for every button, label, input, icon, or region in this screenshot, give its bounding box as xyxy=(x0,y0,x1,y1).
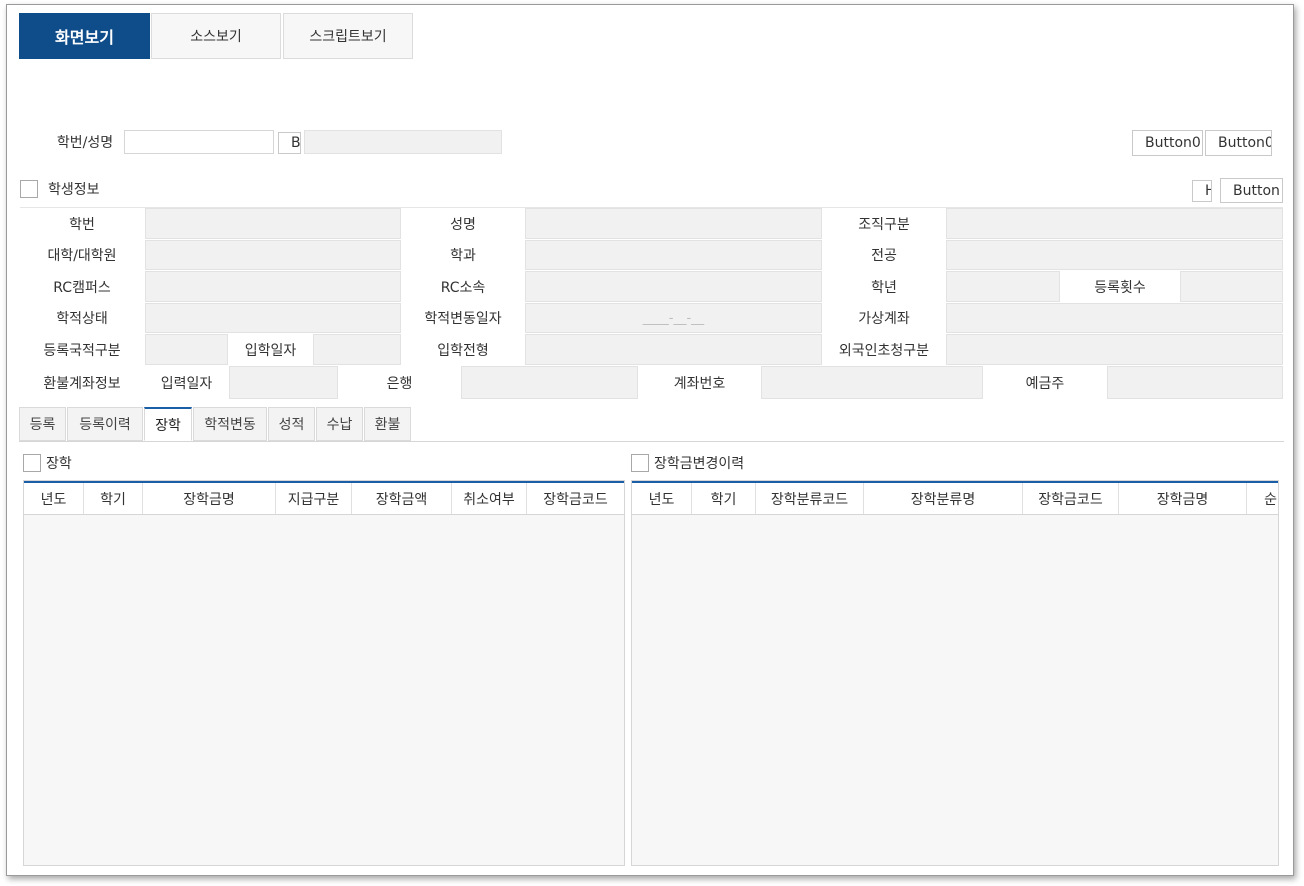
col-scholarship-name[interactable]: 장학금명 xyxy=(143,483,276,514)
value-rc-campus xyxy=(145,271,401,302)
button0-b[interactable]: Button0 xyxy=(1205,130,1272,156)
col-category-name[interactable]: 장학분류명 xyxy=(864,483,1023,514)
button0-a[interactable]: Button0 xyxy=(1132,130,1203,156)
student-info-h-button[interactable]: H xyxy=(1192,180,1212,202)
value-registration-nationality xyxy=(145,334,228,365)
label-org-type: 조직구분 xyxy=(858,216,910,233)
label-account-number: 계좌번호 xyxy=(673,375,726,392)
subtab-payment[interactable]: 수납 xyxy=(316,407,363,441)
scholarship-grid[interactable]: 년도 학기 장학금명 지급구분 장학금액 취소여부 장학금코드 xyxy=(23,480,625,866)
label-change-date: 학적변동일자 xyxy=(424,311,502,327)
scholarship-history-grid-header: 년도 학기 장학분류코드 장학분류명 장학금코드 장학금명 순번 xyxy=(632,481,1278,515)
subtab-academic-change[interactable]: 학적변동 xyxy=(193,407,267,441)
label-college: 대학/대학원 xyxy=(47,248,117,264)
value-major xyxy=(946,240,1283,270)
label-rc-affiliation: RC소속 xyxy=(440,279,486,296)
label-admission-type: 입학전형 xyxy=(437,342,489,359)
value-registration-count xyxy=(1180,271,1283,302)
label-depositor: 예금주 xyxy=(1025,375,1065,392)
subtab-refund[interactable]: 환불 xyxy=(364,407,411,441)
col-history-year[interactable]: 년도 xyxy=(632,483,692,514)
label-rc-campus: RC캠퍼스 xyxy=(53,279,111,296)
label-name: 성명 xyxy=(450,216,476,233)
value-foreign-invitation xyxy=(946,334,1283,365)
change-date-mask: ____-__-__ xyxy=(642,310,705,326)
search-b-button[interactable]: B xyxy=(278,132,301,154)
value-student-id xyxy=(145,208,401,239)
col-scholarship-amount[interactable]: 장학금액 xyxy=(352,483,452,514)
tab-source-view[interactable]: 소스보기 xyxy=(151,13,281,59)
col-sequence[interactable]: 순번 xyxy=(1247,483,1278,514)
col-history-semester[interactable]: 학기 xyxy=(692,483,756,514)
student-info-button[interactable]: Button xyxy=(1220,178,1283,203)
value-virtual-account xyxy=(946,303,1283,333)
scholarship-history-label: 장학금변경이력 xyxy=(654,456,745,472)
label-input-date: 입력일자 xyxy=(160,375,213,392)
value-college xyxy=(145,240,401,270)
value-grade xyxy=(946,271,1060,302)
label-admission-date: 입학일자 xyxy=(244,342,297,359)
value-department xyxy=(525,240,822,270)
scholarship-history-grid[interactable]: 년도 학기 장학분류코드 장학분류명 장학금코드 장학금명 순번 xyxy=(631,480,1279,866)
label-foreign-invitation: 외국인초청구분 xyxy=(838,342,930,359)
value-bank xyxy=(461,366,638,399)
value-rc-affiliation xyxy=(525,271,822,302)
value-admission-type xyxy=(525,334,822,365)
col-cancel-status[interactable]: 취소여부 xyxy=(452,483,527,514)
value-input-date xyxy=(229,366,338,399)
subtab-registration-history[interactable]: 등록이력 xyxy=(67,407,143,441)
value-org-type xyxy=(946,208,1283,239)
scholarship-checkbox[interactable] xyxy=(23,454,41,472)
scholarship-grid-header: 년도 학기 장학금명 지급구분 장학금액 취소여부 장학금코드 xyxy=(24,481,624,515)
student-info-checkbox[interactable] xyxy=(20,180,38,198)
col-year[interactable]: 년도 xyxy=(24,483,84,514)
col-history-scholarship-code[interactable]: 장학금코드 xyxy=(1023,483,1119,514)
value-admission-date xyxy=(313,334,401,365)
label-department: 학과 xyxy=(450,248,476,264)
label-major: 전공 xyxy=(871,248,897,264)
student-name-display xyxy=(304,130,502,154)
label-virtual-account: 가상계좌 xyxy=(858,311,910,327)
search-label: 학번/성명 xyxy=(56,135,114,151)
subtab-scholarship[interactable]: 장학 xyxy=(144,407,192,441)
value-name xyxy=(525,208,822,239)
tab-screen-view[interactable]: 화면보기 xyxy=(19,13,150,59)
col-semester[interactable]: 학기 xyxy=(84,483,143,514)
label-refund-account: 환불계좌정보 xyxy=(43,375,121,392)
value-depositor xyxy=(1107,366,1283,399)
student-info-label: 학생정보 xyxy=(48,182,100,198)
subtab-registration[interactable]: 등록 xyxy=(19,407,66,441)
student-id-input[interactable] xyxy=(124,130,274,154)
label-registration-nationality: 등록국적구분 xyxy=(43,342,121,359)
scholarship-history-checkbox[interactable] xyxy=(631,454,649,472)
col-scholarship-code[interactable]: 장학금코드 xyxy=(527,483,624,514)
subtab-baseline xyxy=(19,441,1284,442)
label-student-id: 학번 xyxy=(69,216,95,233)
label-bank: 은행 xyxy=(386,375,413,392)
label-registration-count: 등록횟수 xyxy=(1094,279,1146,296)
label-academic-status: 학적상태 xyxy=(56,311,108,327)
value-academic-status xyxy=(145,303,401,333)
value-account-number xyxy=(761,366,983,399)
subtab-grades[interactable]: 성적 xyxy=(268,407,315,441)
tab-script-view[interactable]: 스크립트보기 xyxy=(283,13,413,59)
col-payment-type[interactable]: 지급구분 xyxy=(276,483,352,514)
col-category-code[interactable]: 장학분류코드 xyxy=(756,483,864,514)
col-history-scholarship-name[interactable]: 장학금명 xyxy=(1119,483,1247,514)
label-grade: 학년 xyxy=(871,279,897,296)
scholarship-label: 장학 xyxy=(46,456,72,472)
